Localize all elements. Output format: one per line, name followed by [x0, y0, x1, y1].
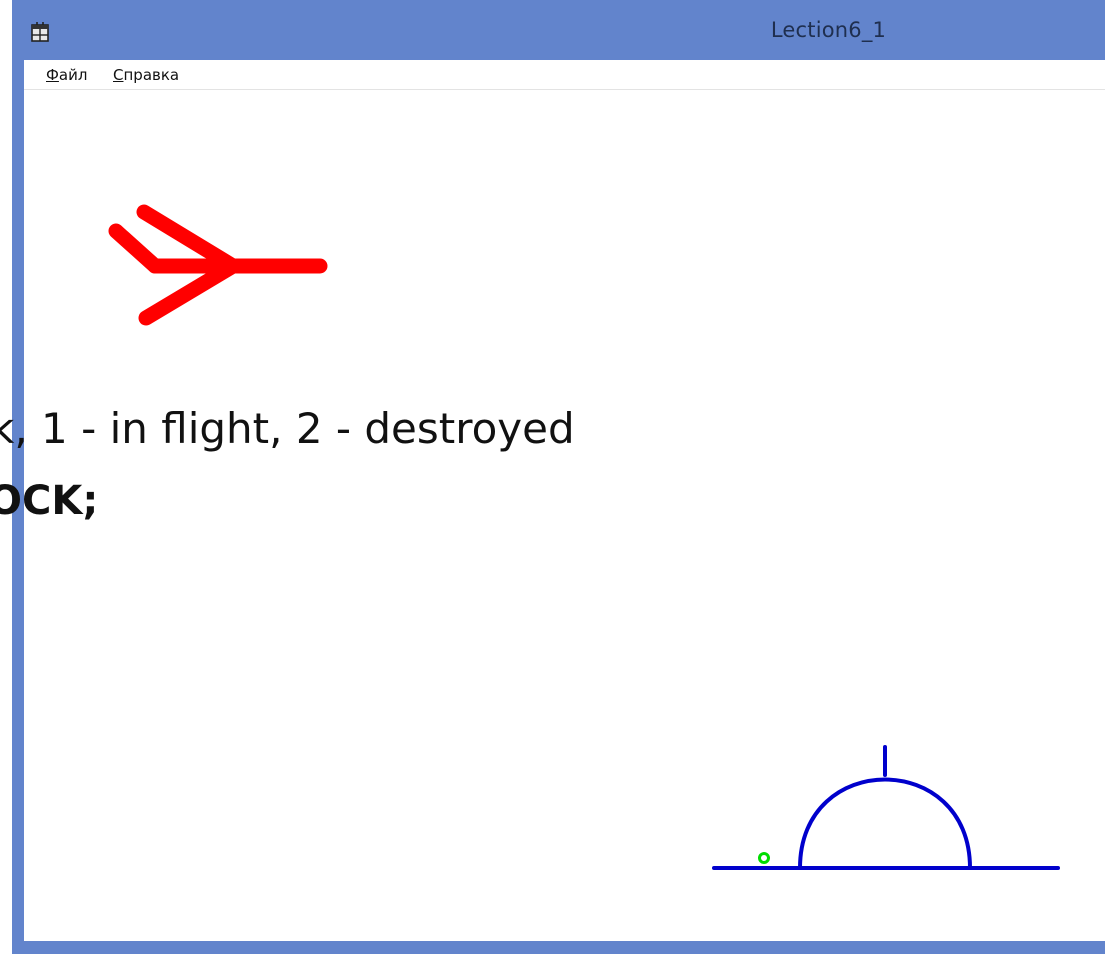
app-window: Lection6_1 Файл Справка [12, 0, 1105, 954]
turret-dome [798, 777, 972, 870]
menu-item-help[interactable]: Справка [113, 66, 179, 84]
window-title: Lection6_1 [770, 18, 887, 42]
cannon-turret-icon [712, 745, 1060, 870]
menu-file-accelerator: Ф [46, 66, 59, 84]
plane-upper-wing [136, 204, 241, 274]
menu-file-label: айл [58, 66, 88, 84]
menu-help-label: правка [123, 66, 180, 84]
plane-fuselage [108, 223, 163, 274]
desktop-stage: Lection6_1 Файл Справка k, 1 - in flight… [0, 0, 1105, 954]
slide-text-line-1: k, 1 - in flight, 2 - destroyed [0, 404, 575, 453]
slide-text-line-2: OCK; [0, 478, 99, 524]
game-scene [108, 204, 1060, 870]
menu-item-file[interactable]: Файл [46, 66, 87, 84]
plane-lower-wing [138, 258, 241, 326]
menu-bar: Файл Справка [24, 60, 1105, 90]
menu-help-accelerator: С [113, 66, 124, 84]
title-bar[interactable]: Lection6_1 [12, 0, 1105, 60]
drawing-canvas[interactable] [24, 90, 1105, 941]
plane-icon [108, 204, 328, 326]
shell-icon [758, 852, 770, 864]
